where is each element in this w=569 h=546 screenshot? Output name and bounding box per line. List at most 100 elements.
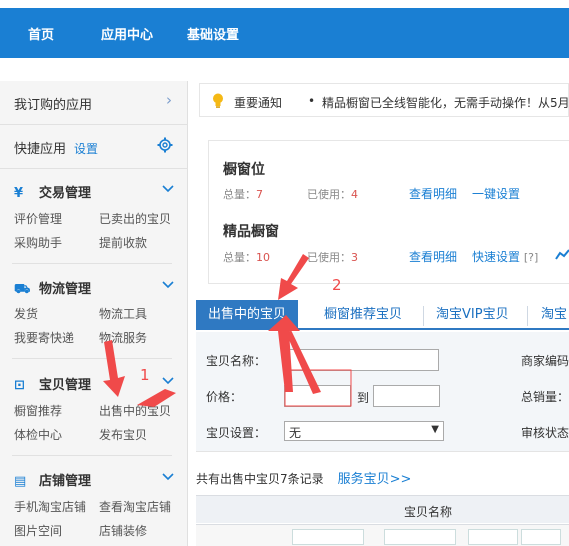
quick-setup-label: 快速设置 <box>472 250 521 264</box>
link-items-on-sale[interactable]: 出售中的宝贝 <box>99 402 171 419</box>
nav-home[interactable]: 首页 <box>28 24 54 43</box>
settings-link[interactable]: 设置 <box>74 142 98 156</box>
premium-total: 总量：10 <box>223 249 270 265</box>
price-max-input[interactable] <box>373 385 440 407</box>
chart-icon[interactable] <box>555 247 569 261</box>
price-label: 价格： <box>206 390 243 404</box>
yen-icon: ¥ <box>14 186 24 201</box>
dropdown-arrow-icon: ▼ <box>431 424 439 435</box>
showcase-detail-link[interactable]: 查看明细 <box>409 185 457 202</box>
table-cell <box>292 529 364 545</box>
link-mobile-store[interactable]: 手机淘宝店铺 <box>14 498 86 515</box>
store-icon: ▤ <box>14 474 27 489</box>
link-send-express[interactable]: 我要寄快递 <box>14 329 74 346</box>
premium-used: 已使用：3 <box>307 249 358 265</box>
price-to-label: 到 <box>357 391 370 405</box>
link-window-recommend[interactable]: 橱窗推荐 <box>14 402 62 419</box>
search-form: 宝贝名称： 商家编码 价格： 到 总销量： 宝贝设置： 无 ▼ 审核状态 <box>196 332 569 452</box>
merchant-code-label: 商家编码 <box>521 354 569 368</box>
showcase-total: 总量：7 <box>223 186 263 202</box>
link-ship[interactable]: 发货 <box>14 305 38 322</box>
bag-icon: ⊡ <box>14 378 25 393</box>
tab-separator <box>423 306 424 326</box>
records-summary: 共有出售中宝贝7条记录 服务宝贝>> <box>196 468 411 487</box>
price-min-input[interactable] <box>284 385 351 407</box>
used-value: 4 <box>351 188 358 201</box>
quick-apps-label: 快捷应用 <box>14 142 67 157</box>
group-title[interactable]: ▤ 店铺管理 <box>14 470 91 490</box>
sidebar-item-quick-apps: 快捷应用 设置 <box>0 125 188 169</box>
table-cell <box>521 529 561 545</box>
link-image-space[interactable]: 图片空间 <box>14 522 62 539</box>
link-review-management[interactable]: 评价管理 <box>14 210 62 227</box>
link-health-center[interactable]: 体检中心 <box>14 426 62 443</box>
notice-label: 重要通知 <box>234 96 283 110</box>
chevron-down-icon[interactable] <box>162 280 174 290</box>
help-icon[interactable]: [?] <box>524 251 538 264</box>
lightbulb-icon <box>213 93 223 108</box>
total-value: 7 <box>256 188 263 201</box>
chevron-down-icon[interactable] <box>162 376 174 386</box>
top-navigation: 首页 应用中心 基础设置 <box>0 0 569 58</box>
tab-window-recommend[interactable]: 橱窗推荐宝贝 <box>324 300 402 330</box>
showcase-title: 橱窗位 <box>223 162 265 178</box>
item-setting-label: 宝贝设置： <box>206 426 267 440</box>
tab-vip-items[interactable]: 淘宝VIP宝贝 <box>436 300 509 330</box>
notice-bullet: • <box>308 94 316 108</box>
group-title-label: 店铺管理 <box>39 474 92 489</box>
link-publish-item[interactable]: 发布宝贝 <box>99 426 147 443</box>
link-logistics-service[interactable]: 物流服务 <box>99 329 147 346</box>
showcase-used: 已使用：4 <box>307 186 358 202</box>
group-title-label: 宝贝管理 <box>39 378 92 393</box>
table-subheader <box>196 524 569 546</box>
item-setting-value: 无 <box>289 426 302 440</box>
truck-icon: ⛟ <box>14 282 31 297</box>
chevron-right-icon: › <box>166 91 172 109</box>
gear-icon[interactable] <box>157 137 173 153</box>
sidebar-item-subscribed[interactable]: 我订购的应用 › <box>0 81 188 125</box>
premium-detail-link[interactable]: 查看明细 <box>409 248 457 265</box>
total-label: 总量： <box>223 188 256 201</box>
sidebar-item-label: 快捷应用 设置 <box>14 138 98 157</box>
total-value: 10 <box>256 251 270 264</box>
quick-setup-link[interactable]: 快速设置 [?] <box>472 248 538 265</box>
link-view-store[interactable]: 查看淘宝店铺 <box>99 498 171 515</box>
notice-text[interactable]: 精品橱窗已全线智能化，无需手动操作！从5月 <box>322 94 569 111</box>
nav-app-center[interactable]: 应用中心 <box>101 24 153 43</box>
sidebar-item-label: 我订购的应用 <box>14 98 93 113</box>
tab-taobao[interactable]: 淘宝 <box>541 300 567 330</box>
table-header: 宝贝名称 <box>196 495 569 523</box>
tab-items-on-sale[interactable]: 出售中的宝贝 <box>196 300 299 330</box>
group-title[interactable]: ⊡ 宝贝管理 <box>14 374 91 394</box>
item-setting-select[interactable]: 无 ▼ <box>284 421 444 441</box>
group-title[interactable]: ⛟ 物流管理 <box>14 278 91 298</box>
annotation-label-1: 1 <box>140 366 150 384</box>
link-sold-items[interactable]: 已卖出的宝贝 <box>99 210 171 227</box>
item-name-input[interactable] <box>284 349 439 371</box>
table-cell <box>468 529 518 545</box>
used-value: 3 <box>351 251 358 264</box>
link-early-payment[interactable]: 提前收款 <box>99 234 147 251</box>
window-panel: 橱窗位 总量：7 已使用：4 查看明细 一键设置 精品橱窗 总量：10 已使用：… <box>208 140 569 284</box>
group-title[interactable]: ¥ 交易管理 <box>14 182 91 202</box>
nav-basic-settings[interactable]: 基础设置 <box>187 24 239 43</box>
chevron-down-icon[interactable] <box>162 184 174 194</box>
review-status-label: 审核状态 <box>521 426 569 440</box>
service-items-link[interactable]: 服务宝贝>> <box>338 472 412 487</box>
table-cell <box>384 529 456 545</box>
tab-separator <box>527 306 528 326</box>
link-store-decoration[interactable]: 店铺装修 <box>99 522 147 539</box>
link-logistics-tools[interactable]: 物流工具 <box>99 305 147 322</box>
annotation-label-2: 2 <box>332 276 342 294</box>
group-title-label: 物流管理 <box>39 282 92 297</box>
one-click-setup-link[interactable]: 一键设置 <box>472 185 520 202</box>
group-title-label: 交易管理 <box>39 186 92 201</box>
used-label: 已使用： <box>307 251 351 264</box>
chevron-down-icon[interactable] <box>162 472 174 482</box>
divider <box>12 455 172 456</box>
link-purchase-assistant[interactable]: 采购助手 <box>14 234 62 251</box>
premium-title: 精品橱窗 <box>223 224 279 240</box>
total-label: 总量： <box>223 251 256 264</box>
divider <box>12 263 172 264</box>
divider <box>12 358 172 359</box>
